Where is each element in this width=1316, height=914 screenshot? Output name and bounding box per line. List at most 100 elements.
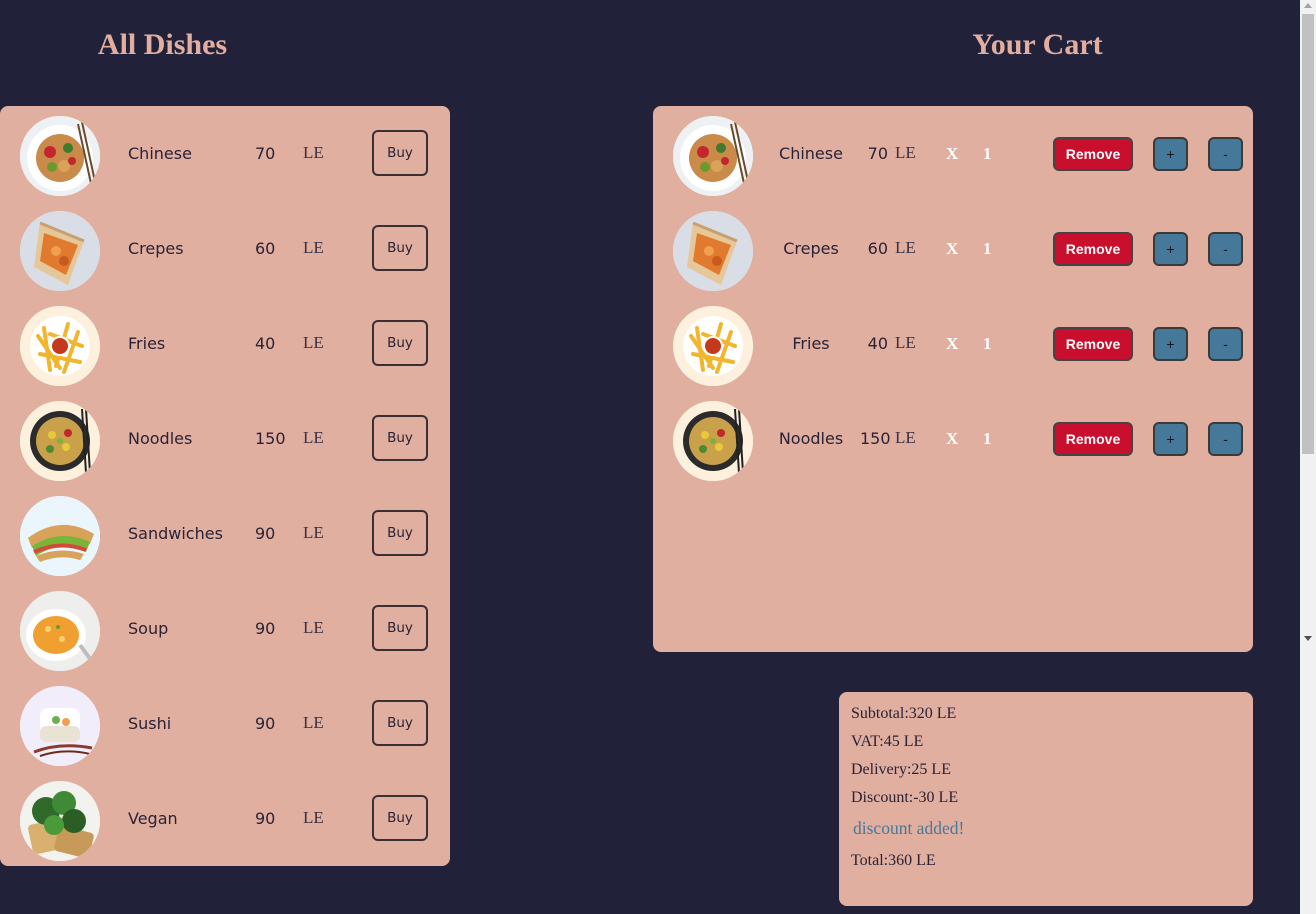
dish-image bbox=[20, 211, 100, 291]
your-cart-heading: Your Cart bbox=[972, 28, 1103, 61]
buy-button[interactable]: Buy bbox=[372, 415, 428, 461]
list-item: Fries 40 LE Buy bbox=[0, 306, 450, 386]
cart-item-image bbox=[673, 401, 753, 481]
price-unit: LE bbox=[303, 713, 324, 732]
cart-item: Noodles 150 LE X 1 Remove + - bbox=[653, 401, 1253, 481]
dish-price: 60 bbox=[255, 239, 276, 258]
cart-item-price: 70 bbox=[867, 144, 888, 163]
dish-image bbox=[20, 686, 100, 766]
cart-item-name: Noodles bbox=[778, 429, 844, 448]
price-unit: LE bbox=[303, 618, 324, 637]
dish-name: Sushi bbox=[128, 714, 172, 733]
remove-button[interactable]: Remove bbox=[1053, 137, 1133, 171]
buy-button[interactable]: Buy bbox=[372, 605, 428, 651]
list-item: Noodles 150 LE Buy bbox=[0, 401, 450, 481]
cart-item-price: 60 bbox=[867, 239, 888, 258]
dish-price: 90 bbox=[255, 524, 276, 543]
cart-item-image bbox=[673, 116, 753, 196]
dish-name: Chinese bbox=[128, 144, 192, 163]
dish-image bbox=[20, 116, 100, 196]
cart-item: Crepes 60 LE X 1 Remove + - bbox=[653, 211, 1253, 291]
scrollbar-thumb[interactable] bbox=[1302, 14, 1314, 454]
increase-quantity-button[interactable]: + bbox=[1153, 232, 1188, 266]
decrease-quantity-button[interactable]: - bbox=[1208, 422, 1243, 456]
price-unit: LE bbox=[303, 143, 324, 162]
increase-quantity-button[interactable]: + bbox=[1153, 422, 1188, 456]
list-item: Sushi 90 LE Buy bbox=[0, 686, 450, 766]
dish-price: 40 bbox=[255, 334, 276, 353]
dish-name: Noodles bbox=[128, 429, 193, 448]
decrease-quantity-button[interactable]: - bbox=[1208, 327, 1243, 361]
cart-item-name: Fries bbox=[792, 334, 830, 353]
quantity-value: 1 bbox=[983, 334, 992, 353]
scroll-down-arrow-icon[interactable] bbox=[1304, 636, 1312, 641]
dish-name: Fries bbox=[128, 334, 166, 353]
dish-name: Sandwiches bbox=[128, 524, 223, 543]
remove-button[interactable]: Remove bbox=[1053, 422, 1133, 456]
price-unit: LE bbox=[303, 333, 324, 352]
dish-price: 90 bbox=[255, 809, 276, 828]
decrease-quantity-button[interactable]: - bbox=[1208, 232, 1243, 266]
price-unit: LE bbox=[895, 238, 916, 257]
price-unit: LE bbox=[895, 333, 916, 352]
price-unit: LE bbox=[303, 523, 324, 542]
decrease-quantity-button[interactable]: - bbox=[1208, 137, 1243, 171]
dish-price: 90 bbox=[255, 619, 276, 638]
discount-added-message: discount added! bbox=[853, 818, 965, 838]
dish-name: Crepes bbox=[128, 239, 184, 258]
vat-text: VAT:45 LE bbox=[851, 733, 924, 750]
dishes-list: Chinese 70 LE Buy Crepes 60 LE Buy Fries 40 LE Buy N… bbox=[0, 106, 450, 866]
buy-button[interactable]: Buy bbox=[372, 130, 428, 176]
buy-button[interactable]: Buy bbox=[372, 510, 428, 556]
cart-item-image bbox=[673, 306, 753, 386]
dish-image bbox=[20, 591, 100, 671]
price-unit: LE bbox=[303, 238, 324, 257]
list-item: Chinese 70 LE Buy bbox=[0, 116, 450, 196]
subtotal-text: Subtotal:320 LE bbox=[851, 705, 957, 722]
cart-item: Fries 40 LE X 1 Remove + - bbox=[653, 306, 1253, 386]
price-unit: LE bbox=[895, 143, 916, 162]
multiply-sign: X bbox=[946, 429, 959, 448]
all-dishes-heading: All Dishes bbox=[97, 28, 228, 61]
dish-image bbox=[20, 401, 100, 481]
multiply-sign: X bbox=[946, 334, 959, 353]
cart-item-name: Chinese bbox=[779, 144, 843, 163]
dish-name: Soup bbox=[128, 619, 169, 638]
dish-name: Vegan bbox=[128, 809, 178, 828]
dish-image bbox=[20, 306, 100, 386]
cart-item-name: Crepes bbox=[783, 239, 839, 258]
cart-item: Chinese 70 LE X 1 Remove + - bbox=[653, 116, 1253, 196]
multiply-sign: X bbox=[946, 144, 959, 163]
cart-item-image bbox=[673, 211, 753, 291]
list-item: Crepes 60 LE Buy bbox=[0, 211, 450, 291]
list-item: Sandwiches 90 LE Buy bbox=[0, 496, 450, 576]
remove-button[interactable]: Remove bbox=[1053, 327, 1133, 361]
buy-button[interactable]: Buy bbox=[372, 700, 428, 746]
buy-button[interactable]: Buy bbox=[372, 795, 428, 841]
multiply-sign: X bbox=[946, 239, 959, 258]
quantity-value: 1 bbox=[983, 239, 992, 258]
cart-item-price: 40 bbox=[867, 334, 888, 353]
dish-price: 70 bbox=[255, 144, 276, 163]
price-unit: LE bbox=[303, 428, 324, 447]
remove-button[interactable]: Remove bbox=[1053, 232, 1133, 266]
price-unit: LE bbox=[303, 808, 324, 827]
dish-image bbox=[20, 496, 100, 576]
buy-button[interactable]: Buy bbox=[372, 225, 428, 271]
delivery-text: Delivery:25 LE bbox=[851, 761, 951, 778]
increase-quantity-button[interactable]: + bbox=[1153, 327, 1188, 361]
buy-button[interactable]: Buy bbox=[372, 320, 428, 366]
dish-image bbox=[20, 781, 100, 861]
list-item: Soup 90 LE Buy bbox=[0, 591, 450, 671]
list-item: Vegan 90 LE Buy bbox=[0, 781, 450, 861]
quantity-value: 1 bbox=[983, 144, 992, 163]
price-unit: LE bbox=[895, 428, 916, 447]
cart-item-price: 150 bbox=[860, 429, 891, 448]
increase-quantity-button[interactable]: + bbox=[1153, 137, 1188, 171]
quantity-value: 1 bbox=[983, 429, 992, 448]
scroll-up-arrow-icon[interactable] bbox=[1304, 3, 1312, 8]
page-scrollbar[interactable] bbox=[1300, 0, 1316, 914]
dish-price: 150 bbox=[255, 429, 286, 448]
cart-list: Chinese 70 LE X 1 Remove + - Crepes 60 LE X 1 Remove +… bbox=[653, 106, 1253, 652]
discount-text: Discount:-30 LE bbox=[851, 789, 959, 806]
